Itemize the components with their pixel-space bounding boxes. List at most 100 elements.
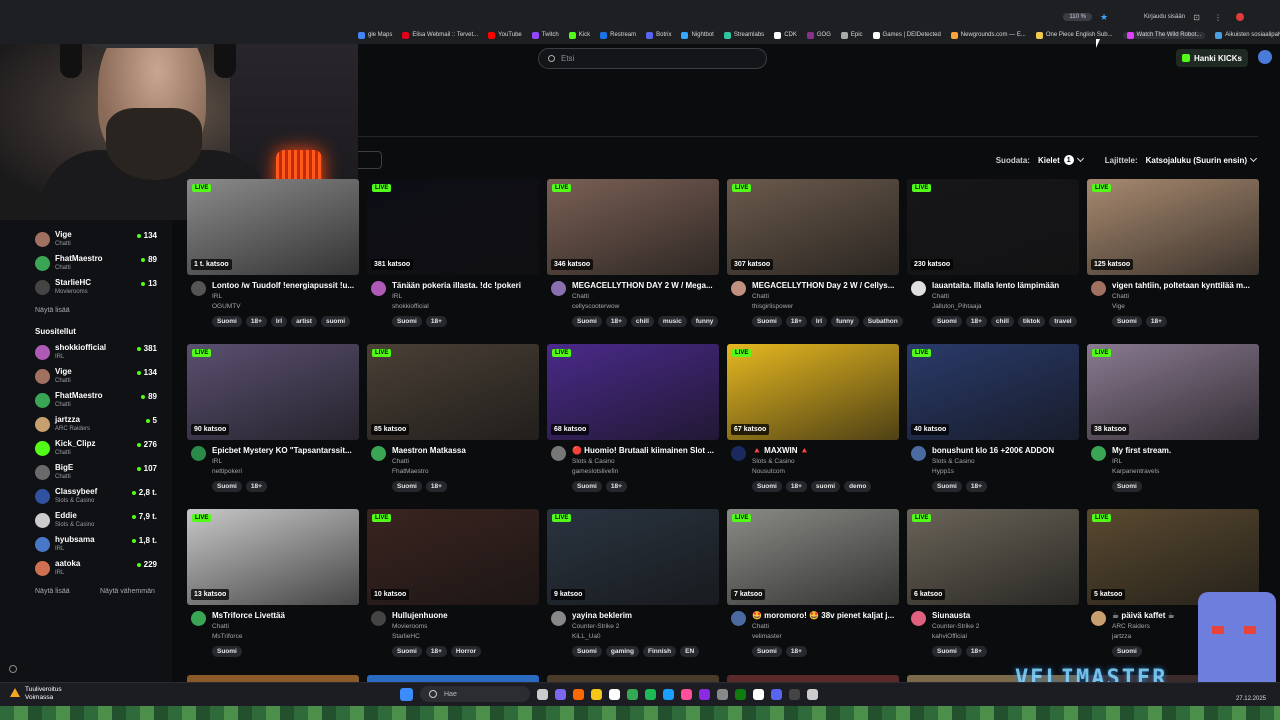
stream-title[interactable]: Epicbet Mystery KO "Tapsantarssit...	[212, 446, 359, 455]
stream-title[interactable]: MEGACELLYTHON Day 2 W / Cellys...	[752, 281, 899, 290]
stream-tag[interactable]: 18+	[965, 481, 987, 492]
stream-card[interactable]: LIVE 6 katsoo Siunausta Counter-Strike 2 kah…	[907, 509, 1079, 674]
taskbar-app-icon[interactable]	[771, 688, 782, 700]
stream-category[interactable]: Chatti	[752, 293, 769, 300]
streamer-avatar[interactable]	[911, 611, 926, 626]
stream-thumbnail[interactable]: LIVE 125 katsoo	[1087, 179, 1259, 275]
stream-tag[interactable]: Suomi	[392, 316, 422, 327]
stream-thumbnail[interactable]: LIVE 381 katsoo	[367, 179, 539, 275]
stream-tag[interactable]: EN	[680, 646, 700, 657]
stream-card[interactable]: LIVE 13 katsoo MsTriforce Livettää Chatti Ms…	[187, 509, 359, 674]
stream-tag[interactable]: 18+	[1145, 316, 1167, 327]
streamer-avatar[interactable]	[371, 281, 386, 296]
streamer-avatar[interactable]	[551, 281, 566, 296]
stream-tag[interactable]: suomi	[320, 316, 351, 327]
stream-tag[interactable]: gaming	[605, 646, 639, 657]
weather-widget[interactable]: Tuuliveroitus Voimassa	[10, 686, 62, 702]
stream-tag[interactable]: 18+	[965, 646, 987, 657]
taskbar-app-icon[interactable]	[573, 688, 584, 700]
stream-thumbnail[interactable]: LIVE 13 katsoo	[187, 509, 359, 605]
stream-card[interactable]: LIVE 67 katsoo 🔺 MAXWIN 🔺 Slots & Casino Nou…	[727, 344, 899, 509]
stream-tag[interactable]: 18+	[785, 646, 807, 657]
streamer-name[interactable]: FhatMaestro	[392, 468, 429, 475]
streamer-name[interactable]: gameslotslivefin	[572, 468, 618, 475]
sidebar-channel-item[interactable]: StarlieHC Movierooms 13	[35, 277, 157, 299]
stream-tag[interactable]: tiktok	[1017, 316, 1046, 327]
taskbar-app-icon[interactable]	[753, 688, 764, 700]
stream-category[interactable]: ARC Raiders	[1112, 623, 1150, 630]
stream-thumbnail[interactable]: LIVE 6 katsoo	[907, 509, 1079, 605]
taskbar-app-icon[interactable]	[807, 688, 818, 700]
user-avatar[interactable]	[1258, 50, 1272, 64]
stream-category[interactable]: Movierooms	[392, 623, 427, 630]
stream-category[interactable]: IRL	[212, 293, 222, 300]
streamer-avatar[interactable]	[731, 446, 746, 461]
stream-title[interactable]: MEGACELLYTHON DAY 2 W / Mega...	[572, 281, 719, 290]
stream-card[interactable]: LIVE 40 katsoo bonushunt klo 16 +200€ ADDO…	[907, 344, 1079, 509]
stream-thumbnail-partial[interactable]	[727, 675, 899, 682]
stream-category[interactable]: Chatti	[752, 623, 769, 630]
stream-card[interactable]: LIVE 346 katsoo MEGACELLYTHON DAY 2 W / Me…	[547, 179, 719, 344]
streamer-name[interactable]: thisgirlispower	[752, 303, 793, 310]
stream-tag[interactable]: Suomi	[212, 481, 242, 492]
stream-card[interactable]: LIVE 307 katsoo MEGACELLYTHON Day 2 W / Ce…	[727, 179, 903, 344]
stream-tag[interactable]: Suomi	[1112, 316, 1142, 327]
sidebar-channel-item[interactable]: shokkiofficial IRL 381	[35, 342, 157, 364]
streamer-avatar[interactable]	[1091, 281, 1106, 296]
stream-tag[interactable]: 18+	[245, 481, 267, 492]
bookmark-item[interactable]: Newgrounds.com — E...	[950, 31, 1026, 39]
bookmark-item[interactable]: Botrix	[646, 31, 671, 39]
streamer-name[interactable]: Nousutcom	[752, 468, 785, 475]
stream-tag[interactable]: Suomi	[932, 316, 962, 327]
window-controls[interactable]: ⊡ ⋮	[1193, 13, 1228, 22]
stream-tag[interactable]: 18+	[425, 316, 447, 327]
bookmark-item[interactable]: Restream	[600, 31, 636, 39]
streamer-name[interactable]: shokkiofficial	[392, 303, 429, 310]
bookmark-item[interactable]: CDK	[774, 31, 797, 39]
streamer-name[interactable]: Hypp1s	[932, 468, 954, 475]
stream-tag[interactable]: Irl	[270, 316, 288, 327]
stream-tag[interactable]: music	[657, 316, 687, 327]
stream-tag[interactable]: Suomi	[572, 646, 602, 657]
streamer-name[interactable]: Karpanentravels	[1112, 468, 1159, 475]
stream-thumbnail[interactable]: LIVE 68 katsoo	[547, 344, 719, 440]
bookmark-item[interactable]: GOG	[806, 31, 831, 39]
taskbar-app-icon[interactable]	[717, 688, 728, 700]
stream-tag[interactable]: Suomi	[932, 646, 962, 657]
streamer-name[interactable]: Jalluton_Pihtaaja	[932, 303, 982, 310]
stream-title[interactable]: vigen tahtiin, poltetaan kynttilää m...	[1112, 281, 1259, 290]
tray-date[interactable]: 27.12.2025	[1236, 695, 1266, 703]
search-input[interactable]: Etsi	[538, 48, 767, 69]
stream-tag[interactable]: Suomi	[1112, 481, 1142, 492]
stream-thumbnail-partial[interactable]	[187, 675, 359, 682]
stream-category[interactable]: Slots & Casino	[572, 458, 615, 465]
taskbar-app-icon[interactable]	[789, 688, 800, 700]
stream-tag[interactable]: Suomi	[752, 316, 782, 327]
stream-tag[interactable]: Subathon	[862, 316, 903, 327]
zoom-indicator[interactable]: 110 %	[1063, 13, 1092, 21]
stream-tag[interactable]: Suomi	[932, 481, 962, 492]
streamer-avatar[interactable]	[551, 446, 566, 461]
stream-thumbnail[interactable]: LIVE 9 katsoo	[547, 509, 719, 605]
stream-title[interactable]: Maestron Matkassa	[392, 446, 539, 455]
stream-category[interactable]: Chatti	[212, 623, 229, 630]
stream-tag[interactable]: travel	[1049, 316, 1077, 327]
streamer-avatar[interactable]	[191, 446, 206, 461]
stream-thumbnail[interactable]: LIVE 90 katsoo	[187, 344, 359, 440]
stream-tag[interactable]: 18+	[785, 481, 807, 492]
streamer-name[interactable]: velimaster	[752, 633, 782, 640]
stream-title[interactable]: bonushunt klo 16 +200€ ADDON	[932, 446, 1079, 455]
stream-tag[interactable]: 18+	[605, 481, 627, 492]
sidebar-channel-item[interactable]: aatoka IRL 229	[35, 558, 157, 580]
bookmark-item[interactable]: Kick	[568, 31, 590, 39]
streamer-avatar[interactable]	[1091, 446, 1106, 461]
stream-tag[interactable]: Horror	[450, 646, 482, 657]
stream-category[interactable]: Counter-Strike 2	[572, 623, 619, 630]
sidebar-channel-item[interactable]: Vige Chatti 134	[35, 366, 157, 388]
stream-title[interactable]: yayina beklerim	[572, 611, 719, 620]
stream-tag[interactable]: 18+	[785, 316, 807, 327]
stream-thumbnail[interactable]: LIVE 1 t. katsoo	[187, 179, 359, 275]
sidebar-channel-item[interactable]: hyubsama IRL 1,8 t.	[35, 534, 157, 556]
stream-tag[interactable]: suomi	[810, 481, 841, 492]
show-more-link[interactable]: Näytä lisää	[35, 588, 70, 595]
